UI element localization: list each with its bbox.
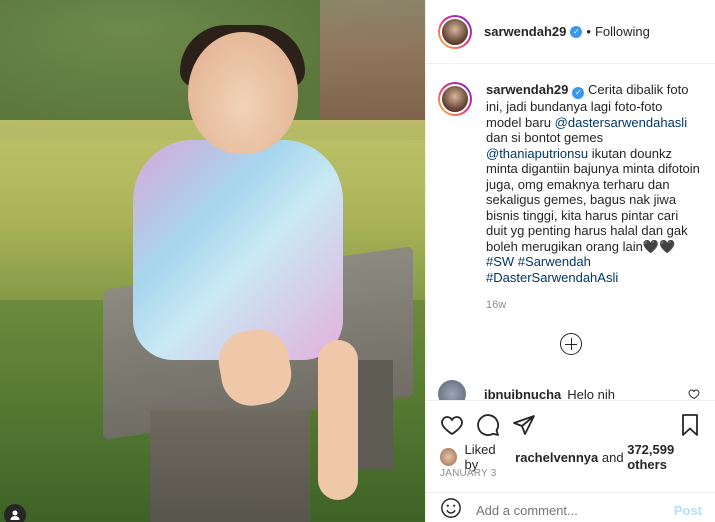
post-photo[interactable]: [0, 0, 425, 522]
liker-username[interactable]: rachelvennya: [515, 450, 598, 465]
comment-input[interactable]: [476, 503, 674, 518]
author-username[interactable]: sarwendah29: [484, 24, 566, 39]
hashtag-link[interactable]: #SW: [486, 254, 514, 269]
commenter-username[interactable]: ibnuibnucha: [484, 387, 561, 401]
likes-middle: and: [601, 449, 624, 465]
load-more-comments-icon[interactable]: [560, 333, 582, 355]
action-bar: [426, 400, 715, 440]
hashtag-link[interactable]: #DasterSarwendahAsli: [486, 270, 618, 285]
child-face: [188, 32, 298, 154]
stone-bench-leg-back: [355, 360, 393, 470]
caption-body: ikutan dounkz minta digantiin bajunya mi…: [486, 145, 700, 254]
mention-link[interactable]: @dastersarwendahasli: [555, 115, 687, 130]
comment-text: Helo nih: [567, 386, 615, 401]
liker-avatar[interactable]: [440, 448, 458, 466]
verified-badge-icon: ✓: [572, 87, 585, 99]
child-leg: [318, 340, 358, 500]
post-header: sarwendah29 ✓ • Following: [426, 0, 715, 64]
caption-time[interactable]: 16w: [486, 299, 704, 311]
emoji-icon[interactable]: [440, 497, 462, 522]
caption-username[interactable]: sarwendah29: [486, 82, 568, 97]
comment-item: ibnuibnucha Helo nih: [438, 380, 704, 400]
author-avatar[interactable]: [438, 14, 472, 49]
comments-section[interactable]: sarwendah29 ✓ Cerita dibalik foto ini, ja…: [426, 64, 715, 400]
comment-like-icon[interactable]: [688, 388, 700, 400]
commenter-avatar[interactable]: [438, 380, 466, 400]
caption-body: dan si bontot gemes: [486, 130, 604, 145]
comment-bubble-icon[interactable]: [476, 413, 500, 437]
post-date[interactable]: JANUARY 3: [440, 468, 496, 479]
post-comment-button[interactable]: Post: [674, 503, 702, 518]
hashtag-link[interactable]: #Sarwendah: [518, 254, 591, 269]
bookmark-icon[interactable]: [678, 413, 702, 437]
like-heart-icon[interactable]: [440, 413, 464, 437]
caption: sarwendah29 ✓ Cerita dibalik foto ini, ja…: [438, 82, 704, 285]
stone-bench-leg: [150, 410, 310, 522]
background-house: [320, 0, 425, 125]
following-button[interactable]: Following: [595, 24, 650, 39]
add-comment-bar: Post: [426, 492, 715, 522]
mention-link[interactable]: @thaniaputrionsu: [486, 146, 588, 161]
likes-count[interactable]: 372,599 others: [627, 442, 715, 472]
share-send-icon[interactable]: [512, 413, 536, 437]
child-outfit: [133, 140, 343, 360]
verified-badge-icon: ✓: [570, 25, 583, 38]
caption-text: sarwendah29 ✓ Cerita dibalik foto ini, ja…: [486, 82, 701, 285]
user-tag-icon[interactable]: [4, 504, 26, 522]
caption-avatar[interactable]: [438, 82, 472, 116]
separator-dot: •: [586, 24, 591, 39]
post-sidebar: sarwendah29 ✓ • Following sarwendah29 ✓ C…: [425, 0, 715, 522]
